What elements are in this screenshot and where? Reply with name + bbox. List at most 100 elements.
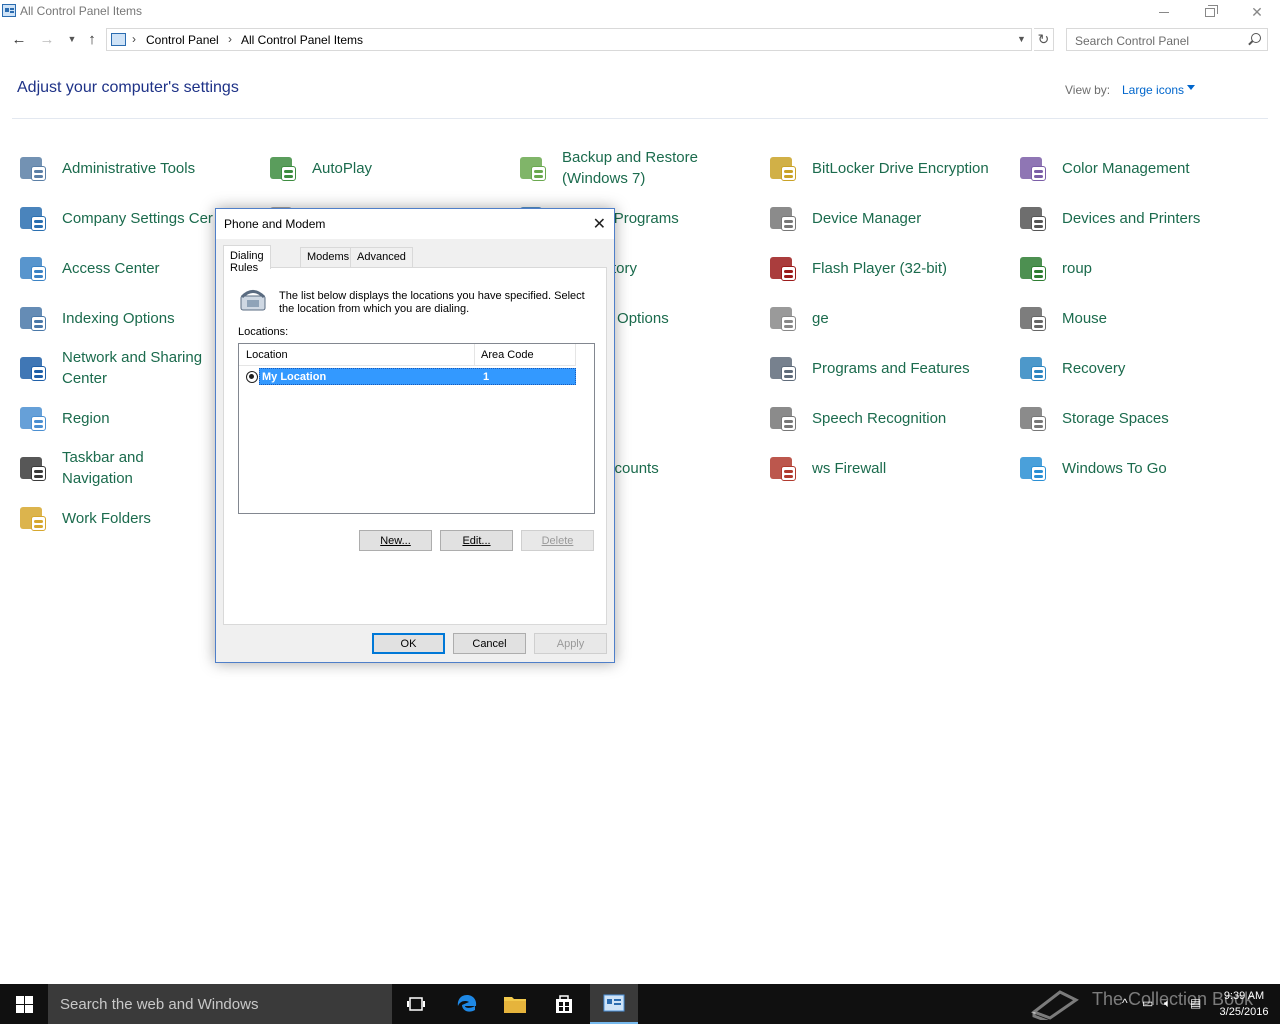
cp-item-label: Windows To Go bbox=[1062, 459, 1167, 477]
delete-button[interactable]: Delete bbox=[521, 530, 594, 551]
minimize-button[interactable] bbox=[1141, 0, 1187, 24]
windows-firewall-icon bbox=[767, 452, 799, 484]
chevron-down-icon: ▼ bbox=[67, 34, 77, 44]
recovery-icon bbox=[1017, 352, 1049, 384]
ease-of-access-icon bbox=[17, 252, 49, 284]
edit-button[interactable]: Edit... bbox=[440, 530, 513, 551]
cp-item-programs-features[interactable]: Programs and Features bbox=[767, 348, 1007, 388]
store-button[interactable] bbox=[540, 984, 588, 1024]
page-title: Adjust your computer's settings bbox=[17, 79, 239, 96]
locations-list[interactable]: Location Area Code My Location 1 bbox=[238, 343, 595, 514]
breadcrumb-all-items[interactable]: All Control Panel Items bbox=[241, 33, 363, 47]
cp-item-flash-player[interactable]: Flash Player (32-bit) bbox=[767, 248, 1007, 288]
language-icon bbox=[767, 302, 799, 334]
address-bar[interactable]: › Control Panel › All Control Panel Item… bbox=[106, 28, 1032, 51]
chevron-right-icon: › bbox=[228, 32, 232, 46]
network-sharing-icon bbox=[17, 352, 49, 384]
cp-item-ease-of-access[interactable]: Access Center bbox=[17, 248, 217, 288]
cancel-button[interactable]: Cancel bbox=[453, 633, 526, 654]
network-icon[interactable]: ▭ bbox=[1142, 996, 1153, 1010]
dialog-close-button[interactable]: ✕ bbox=[593, 214, 606, 234]
forward-button[interactable]: → bbox=[38, 29, 56, 49]
dialog-title: Phone and Modem bbox=[224, 217, 326, 231]
cp-item-autoplay[interactable]: AutoPlay bbox=[267, 148, 497, 188]
cp-item-administrative-tools[interactable]: Administrative Tools bbox=[17, 148, 217, 188]
start-button[interactable] bbox=[0, 984, 48, 1024]
divider bbox=[12, 118, 1268, 119]
speech-recognition-icon bbox=[767, 402, 799, 434]
refresh-button[interactable]: ↻ bbox=[1034, 28, 1054, 51]
area-code-cell: 1 bbox=[483, 371, 490, 383]
mouse-icon bbox=[1017, 302, 1049, 334]
cp-item-recovery[interactable]: Recovery bbox=[1017, 348, 1267, 388]
column-location[interactable]: Location bbox=[246, 349, 288, 361]
task-view-button[interactable] bbox=[392, 984, 440, 1024]
up-button[interactable]: ↑ bbox=[83, 29, 101, 49]
cp-item-storage-spaces[interactable]: Storage Spaces bbox=[1017, 398, 1267, 438]
ok-button[interactable]: OK bbox=[372, 633, 445, 654]
breadcrumb-control-panel[interactable]: Control Panel bbox=[146, 33, 219, 47]
caret-down-icon[interactable] bbox=[1187, 85, 1195, 90]
cp-item-windows-firewall[interactable]: ws Firewall bbox=[767, 448, 1007, 488]
cp-item-work-folders[interactable]: Work Folders bbox=[17, 498, 217, 538]
action-center-icon[interactable]: ▤ bbox=[1190, 996, 1201, 1010]
edge-browser-button[interactable] bbox=[443, 984, 491, 1024]
new-button[interactable]: New... bbox=[359, 530, 432, 551]
autoplay-icon bbox=[267, 152, 299, 184]
cp-item-bitlocker[interactable]: BitLocker Drive Encryption bbox=[767, 148, 1007, 188]
tab-modems[interactable]: Modems bbox=[300, 247, 357, 268]
location-cell: My Location bbox=[262, 371, 327, 383]
cp-item-label: roup bbox=[1062, 259, 1093, 277]
cp-item-label: Administrative Tools bbox=[62, 159, 196, 177]
tab-dialing-rules[interactable]: Dialing Rules bbox=[223, 245, 271, 274]
locations-label: Locations: bbox=[238, 326, 289, 338]
cp-item-color-management[interactable]: Color Management bbox=[1017, 148, 1267, 188]
homegroup-icon bbox=[1017, 252, 1049, 284]
back-button[interactable]: ← bbox=[10, 29, 28, 49]
close-button[interactable]: ✕ bbox=[1234, 0, 1280, 24]
taskbar-search-input[interactable]: Search the web and Windows bbox=[48, 984, 392, 1024]
cp-item-label: BitLocker Drive Encryption bbox=[812, 159, 989, 177]
cp-item-label: Storage Spaces bbox=[1062, 409, 1169, 427]
edit-button-label: Edit... bbox=[462, 534, 491, 547]
cp-item-device-manager[interactable]: Device Manager bbox=[767, 198, 1007, 238]
column-area-code[interactable]: Area Code bbox=[481, 349, 534, 361]
cp-item-network-sharing[interactable]: Network and Sharing Center bbox=[17, 348, 217, 388]
cp-item-windows-to-go[interactable]: Windows To Go bbox=[1017, 448, 1267, 488]
cp-item-label: Speech Recognition bbox=[812, 409, 947, 427]
search-input[interactable]: Search Control Panel bbox=[1066, 28, 1268, 51]
system-clock[interactable]: 9:39 AM 3/25/2016 bbox=[1214, 988, 1274, 1020]
restore-button[interactable] bbox=[1187, 0, 1233, 24]
cp-item-indexing-options[interactable]: Indexing Options bbox=[17, 298, 217, 338]
folder-icon bbox=[504, 997, 526, 1013]
cp-item-language[interactable]: ge bbox=[767, 298, 1007, 338]
cp-item-region[interactable]: Region bbox=[17, 398, 217, 438]
cp-item-label: Network and Sharing Center bbox=[62, 349, 203, 387]
cp-item-label: Region bbox=[62, 409, 110, 427]
cp-item-devices-printers[interactable]: Devices and Printers bbox=[1017, 198, 1267, 238]
volume-icon[interactable]: 🔈︎ bbox=[1164, 996, 1171, 1011]
company-settings-icon bbox=[17, 202, 49, 234]
cp-item-taskbar-navigation[interactable]: Taskbar and Navigation bbox=[17, 448, 217, 488]
cp-item-mouse[interactable]: Mouse bbox=[1017, 298, 1267, 338]
cp-item-backup-restore[interactable]: Backup and Restore (Windows 7) bbox=[517, 148, 747, 188]
tab-advanced[interactable]: Advanced bbox=[350, 247, 413, 268]
devices-printers-icon bbox=[1017, 202, 1049, 234]
minimize-icon bbox=[1159, 11, 1169, 13]
chevron-down-icon[interactable]: ▼ bbox=[1017, 34, 1026, 44]
file-explorer-button[interactable] bbox=[491, 984, 539, 1024]
arrow-up-icon: ↑ bbox=[88, 30, 96, 48]
search-icon bbox=[1251, 33, 1261, 43]
table-row[interactable]: My Location 1 bbox=[259, 368, 576, 385]
cp-item-label: ge bbox=[812, 309, 829, 327]
cp-item-company-settings[interactable]: Company Settings Cer bbox=[17, 198, 217, 238]
cp-item-homegroup[interactable]: roup bbox=[1017, 248, 1267, 288]
view-by-dropdown[interactable]: Large icons bbox=[1122, 83, 1184, 97]
recent-locations-button[interactable]: ▼ bbox=[63, 29, 81, 49]
control-panel-icon bbox=[603, 994, 625, 1012]
apply-button[interactable]: Apply bbox=[534, 633, 607, 654]
arrow-right-icon: → bbox=[39, 30, 55, 48]
show-hidden-icons-button[interactable]: ^ bbox=[1122, 996, 1128, 1010]
control-panel-taskbar-button[interactable] bbox=[590, 984, 638, 1024]
cp-item-speech-recognition[interactable]: Speech Recognition bbox=[767, 398, 1007, 438]
